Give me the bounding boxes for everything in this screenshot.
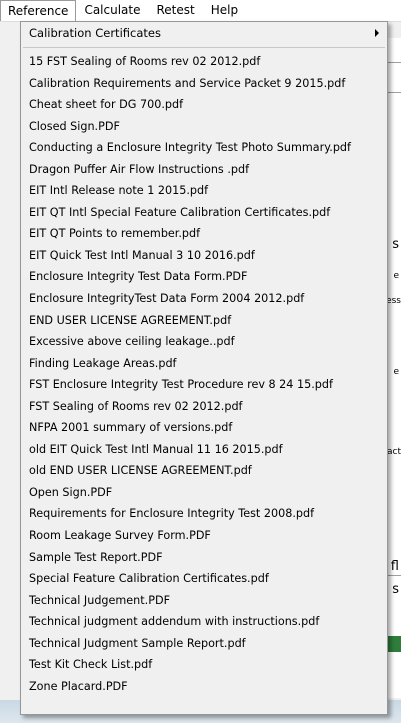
menu-item-file[interactable]: Enclosure Integrity Test Data Form.PDF: [21, 266, 387, 288]
menu-item-file[interactable]: old EIT Quick Test Intl Manual 11 16 201…: [21, 439, 387, 461]
menu-bar: Reference Calculate Retest Help: [0, 0, 401, 22]
menu-item-file[interactable]: Technical Judgement.PDF: [21, 590, 387, 612]
menu-item-file[interactable]: Room Leakage Survey Form.PDF: [21, 525, 387, 547]
menu-item-file[interactable]: Dragon Puffer Air Flow Instructions .pdf: [21, 159, 387, 181]
background-text-fragment: ess: [386, 296, 401, 306]
menu-item-file[interactable]: Calibration Requirements and Service Pac…: [21, 73, 387, 95]
background-text-fragment: act: [387, 447, 401, 457]
menu-item-file[interactable]: EIT QT Points to remember.pdf: [21, 223, 387, 245]
menu-item-file[interactable]: Closed Sign.PDF: [21, 116, 387, 138]
menu-item-file[interactable]: FST Sealing of Rooms rev 02 2012.pdf: [21, 396, 387, 418]
menu-retest[interactable]: Retest: [148, 0, 202, 21]
menu-item-file[interactable]: EIT QT Intl Special Feature Calibration …: [21, 202, 387, 224]
menu-item-file[interactable]: Requirements for Enclosure Integrity Tes…: [21, 503, 387, 525]
menu-item-file[interactable]: FST Enclosure Integrity Test Procedure r…: [21, 374, 387, 396]
file-list: 15 FST Sealing of Rooms rev 02 2012.pdf C…: [21, 51, 387, 697]
menu-reference[interactable]: Reference: [0, 0, 77, 21]
menu-item-file[interactable]: Zone Placard.PDF: [21, 676, 387, 698]
menu-calculate[interactable]: Calculate: [76, 0, 148, 21]
menu-item-file[interactable]: Conducting a Enclosure Integrity Test Ph…: [21, 137, 387, 159]
menu-item-file[interactable]: Technical judgment addendum with instruc…: [21, 611, 387, 633]
menu-item-file[interactable]: END USER LICENSE AGREEMENT.pdf: [21, 310, 387, 332]
menu-item-file[interactable]: old END USER LICENSE AGREEMENT.pdf: [21, 460, 387, 482]
menu-item-calibration-certificates[interactable]: Calibration Certificates: [21, 22, 387, 44]
menu-item-file[interactable]: EIT Intl Release note 1 2015.pdf: [21, 180, 387, 202]
background-status-block: [387, 636, 401, 652]
menu-item-file[interactable]: Technical Judgment Sample Report.pdf: [21, 633, 387, 655]
menu-item-file[interactable]: NFPA 2001 summary of versions.pdf: [21, 417, 387, 439]
reference-dropdown-menu: Calibration Certificates 15 FST Sealing …: [20, 21, 388, 715]
menu-help[interactable]: Help: [203, 0, 246, 21]
menu-item-file[interactable]: 15 FST Sealing of Rooms rev 02 2012.pdf: [21, 51, 387, 73]
menu-item-file[interactable]: Test Kit Check List.pdf: [21, 654, 387, 676]
background-text-fragment: e: [393, 271, 399, 281]
menu-item-label: Calibration Certificates: [29, 26, 161, 40]
background-text-fragment: s: [392, 582, 399, 597]
menu-item-file[interactable]: Excessive above ceiling leakage..pdf: [21, 331, 387, 353]
menu-item-file[interactable]: Open Sign.PDF: [21, 482, 387, 504]
submenu-arrow-icon: [375, 29, 379, 37]
menu-item-file[interactable]: Sample Test Report.PDF: [21, 547, 387, 569]
menu-item-file[interactable]: Cheat sheet for DG 700.pdf: [21, 94, 387, 116]
menu-item-file[interactable]: Finding Leakage Areas.pdf: [21, 353, 387, 375]
menu-item-file[interactable]: Special Feature Calibration Certificates…: [21, 568, 387, 590]
background-text-fragment: s: [392, 237, 399, 252]
menu-item-file[interactable]: Enclosure IntegrityTest Data Form 2004 2…: [21, 288, 387, 310]
menu-separator: [23, 47, 385, 48]
background-text-fragment: fl: [390, 559, 399, 574]
menu-item-file[interactable]: EIT Quick Test Intl Manual 3 10 2016.pdf: [21, 245, 387, 267]
background-text-fragment: e: [393, 367, 399, 377]
